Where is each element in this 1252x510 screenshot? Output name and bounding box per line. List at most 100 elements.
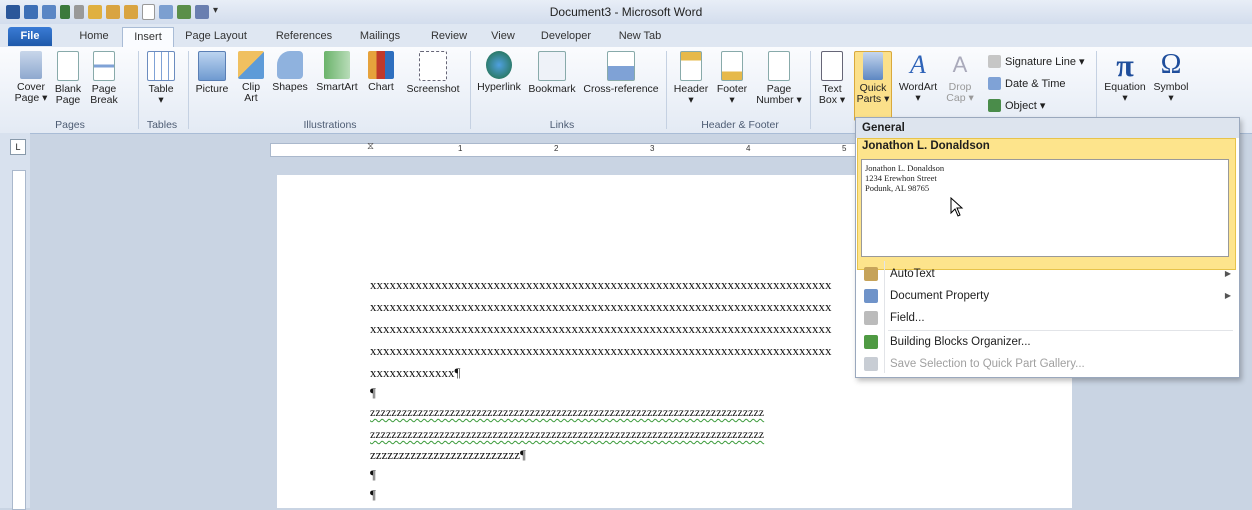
date-time-button[interactable]: Date & Time: [988, 77, 1066, 90]
header-icon: [680, 51, 702, 81]
group-label-tables: Tables: [146, 119, 178, 131]
doc-line[interactable]: ¶: [370, 385, 376, 401]
doc-line[interactable]: ¶: [370, 467, 376, 483]
menu-item-building-blocks-organizer[interactable]: Building Blocks Organizer...: [856, 331, 1239, 353]
group-label-links: Links: [549, 119, 575, 131]
page-break-button[interactable]: Page Break: [86, 51, 122, 106]
doc-line[interactable]: xxxxxxxxxxxxxxxxxxxxxxxxxxxxxxxxxxxxxxxx…: [370, 343, 832, 359]
cover-page-icon: [20, 51, 42, 79]
gallery-entry-title: Jonathon L. Donaldson: [862, 140, 990, 152]
doc-line[interactable]: zzzzzzzzzzzzzzzzzzzzzzzzzzzzzzzzzzzzzzzz…: [370, 427, 764, 442]
quick-parts-menu: General Jonathon L. Donaldson Jonathon L…: [855, 117, 1240, 378]
doc-line[interactable]: xxxxxxxxxxxxxxxxxxxxxxxxxxxxxxxxxxxxxxxx…: [370, 277, 832, 293]
indent-marker-icon[interactable]: ⧖: [367, 141, 374, 152]
text-box-icon: [821, 51, 843, 81]
tab-page-layout[interactable]: Page Layout: [178, 27, 254, 46]
submenu-arrow-icon: ▶: [1224, 291, 1231, 300]
picture-button[interactable]: Picture: [192, 51, 232, 95]
text-box-button[interactable]: Text Box ▾: [816, 51, 848, 106]
separator: [138, 51, 139, 129]
autotext-icon: [864, 267, 878, 281]
doc-line[interactable]: xxxxxxxxxxxxx¶: [370, 365, 460, 381]
ruler-tick: 2: [554, 144, 559, 153]
horizontal-ruler[interactable]: 1 2 3 4 5 ⧖: [270, 141, 862, 157]
field-icon: [864, 311, 878, 325]
screenshot-button[interactable]: Screenshot: [402, 51, 464, 95]
preview-line: 1234 Erewhon Street: [865, 173, 937, 183]
smartart-icon: [324, 51, 350, 79]
ribbon-tabs: File Home Insert Page Layout References …: [0, 24, 1252, 47]
shapes-button[interactable]: Shapes: [272, 51, 308, 93]
doc-line[interactable]: xxxxxxxxxxxxxxxxxxxxxxxxxxxxxxxxxxxxxxxx…: [370, 321, 832, 337]
page-number-icon: [768, 51, 790, 81]
tab-developer[interactable]: Developer: [536, 27, 596, 46]
menu-item-autotext[interactable]: AutoText ▶: [856, 263, 1239, 285]
object-button[interactable]: Object ▾: [988, 99, 1045, 112]
window-title: Document3 - Microsoft Word: [549, 5, 703, 19]
page-number-button[interactable]: Page Number ▾: [754, 51, 804, 106]
tab-insert[interactable]: Insert: [122, 27, 174, 47]
tab-mailings[interactable]: Mailings: [352, 27, 408, 46]
tab-file[interactable]: File: [8, 27, 52, 46]
tab-selector-icon[interactable]: L: [10, 139, 26, 155]
doc-line[interactable]: xxxxxxxxxxxxxxxxxxxxxxxxxxxxxxxxxxxxxxxx…: [370, 299, 832, 315]
bookmark-button[interactable]: Bookmark: [526, 51, 578, 95]
equation-button[interactable]: π Equation ▾: [1100, 47, 1150, 104]
group-label-illustrations: Illustrations: [303, 119, 357, 131]
tab-review[interactable]: Review: [424, 27, 474, 46]
cover-page-button[interactable]: Cover Page ▾: [14, 51, 48, 104]
wordart-button[interactable]: A WordArt ▾: [896, 51, 940, 104]
separator: [188, 51, 189, 129]
separator: [470, 51, 471, 129]
cross-reference-button[interactable]: Cross-reference: [580, 51, 662, 95]
hyperlink-button[interactable]: Hyperlink: [472, 51, 526, 93]
quick-parts-icon: [863, 52, 883, 80]
footer-button[interactable]: Footer ▾: [712, 51, 752, 106]
gallery-entry[interactable]: Jonathon L. Donaldson Jonathon L. Donald…: [857, 138, 1236, 270]
doc-line[interactable]: zzzzzzzzzzzzzzzzzzzzzzzzzzzzzzzzzzzzzzzz…: [370, 405, 764, 420]
signature-line-button[interactable]: Signature Line ▾: [988, 55, 1085, 68]
menu-item-document-property[interactable]: Document Property ▶: [856, 285, 1239, 307]
submenu-arrow-icon: ▶: [1224, 269, 1231, 278]
pi-icon: π: [1116, 47, 1134, 83]
hyperlink-icon: [486, 51, 512, 79]
tab-references[interactable]: References: [270, 27, 338, 46]
blank-page-icon: [57, 51, 79, 81]
wordart-icon: A: [910, 50, 926, 79]
smartart-button[interactable]: SmartArt: [312, 51, 362, 93]
object-icon: [988, 99, 1001, 112]
separator: [810, 51, 811, 129]
mouse-pointer-icon: [950, 197, 964, 217]
table-button[interactable]: Table ▾: [142, 51, 180, 106]
drop-cap-button[interactable]: A Drop Cap ▾: [944, 51, 976, 104]
blank-page-button[interactable]: Blank Page: [52, 51, 84, 106]
cross-reference-icon: [607, 51, 635, 81]
ruler-tick: 3: [650, 144, 655, 153]
symbol-button[interactable]: Ω Symbol ▾: [1150, 51, 1192, 104]
tab-new-tab[interactable]: New Tab: [612, 27, 668, 46]
ruler-tick: 1: [458, 144, 463, 153]
menu-item-field[interactable]: Field...: [856, 307, 1239, 329]
tab-home[interactable]: Home: [72, 27, 116, 46]
doc-line[interactable]: ¶: [370, 487, 376, 503]
chart-button[interactable]: Chart: [364, 51, 398, 93]
tab-view[interactable]: View: [485, 27, 521, 46]
menu-item-save-selection: Save Selection to Quick Part Gallery...: [856, 353, 1239, 375]
ruler-tick: 5: [842, 144, 847, 153]
doc-line[interactable]: zzzzzzzzzzzzzzzzzzzzzzzzzz¶: [370, 447, 526, 463]
drop-cap-icon: A: [952, 52, 968, 77]
group-label-header-footer: Header & Footer: [701, 119, 779, 131]
header-button[interactable]: Header ▾: [672, 51, 710, 106]
signature-line-icon: [988, 55, 1001, 68]
shapes-icon: [277, 51, 303, 79]
page-break-icon: [93, 51, 115, 81]
vertical-ruler[interactable]: [12, 170, 26, 510]
document-property-icon: [864, 289, 878, 303]
gallery-section-header: General: [856, 118, 1239, 138]
clip-art-button[interactable]: Clip Art: [236, 51, 266, 104]
quick-parts-button[interactable]: Quick Parts ▾: [854, 51, 892, 121]
preview-line: Podunk, AL 98765: [865, 183, 930, 193]
save-selection-icon: [864, 357, 878, 371]
screenshot-icon: [419, 51, 447, 81]
table-icon: [147, 51, 175, 81]
